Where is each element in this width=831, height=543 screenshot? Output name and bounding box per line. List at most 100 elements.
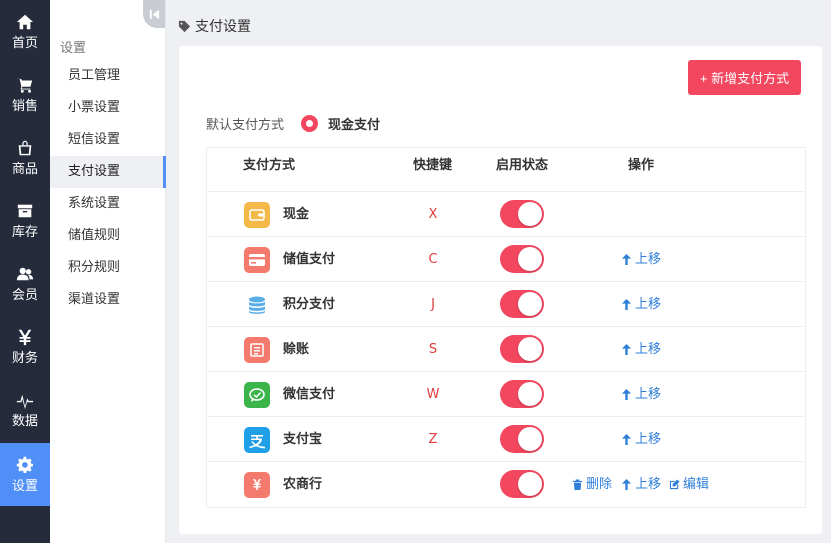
edit-link[interactable]: 编辑 [669, 462, 709, 507]
header-status: 启用状态 [496, 158, 549, 173]
submenu-item-stored-value[interactable]: 储值规则 [50, 220, 166, 252]
payment-hotkey: W [426, 387, 440, 402]
users-icon [14, 263, 36, 285]
default-payment-value: 现金支付 [328, 118, 381, 133]
submenu-item-staff[interactable]: 员工管理 [50, 60, 166, 92]
add-payment-method-button[interactable]: + 新增支付方式 [688, 60, 801, 95]
arrow-up-icon [621, 299, 632, 310]
table-row: 微信支付 W 上移 [207, 372, 805, 417]
pulse-icon [14, 389, 36, 411]
move-up-label: 上移 [635, 252, 662, 267]
arrow-up-icon [621, 254, 632, 265]
bag-icon [14, 137, 36, 159]
tag-icon [178, 20, 195, 33]
move-up-link[interactable]: 上移 [621, 237, 661, 282]
card-icon [244, 247, 270, 273]
enable-toggle[interactable] [500, 380, 544, 408]
wallet-icon [244, 202, 270, 228]
nav-label: 销售 [11, 99, 38, 114]
submenu-item-points[interactable]: 积分规则 [50, 252, 166, 284]
submenu-item-channel[interactable]: 渠道设置 [50, 284, 166, 316]
payment-hotkey: Z [428, 432, 438, 447]
credit-icon [244, 337, 270, 363]
header-action: 操作 [628, 158, 655, 173]
coins-icon [244, 292, 270, 318]
table-row: 积分支付 J 上移 [207, 282, 805, 327]
default-payment-radio[interactable] [301, 115, 319, 132]
payment-name: 农商行 [283, 477, 323, 492]
header-method: 支付方式 [243, 158, 296, 173]
submenu-title: 设置 [60, 41, 87, 56]
breadcrumb: 支付设置 [178, 16, 251, 36]
submenu-item-payment[interactable]: 支付设置 [50, 156, 166, 188]
arrow-up-icon [621, 344, 632, 355]
payment-settings-panel: + 新增支付方式 默认支付方式 现金支付 支付方式 快捷键 启用状态 操作 现金… [179, 46, 822, 534]
nav-label: 财务 [11, 351, 38, 366]
edit-label: 编辑 [683, 477, 710, 492]
delete-label: 删除 [586, 477, 613, 492]
gear-icon [14, 454, 36, 476]
payment-name: 现金 [283, 207, 310, 222]
collapse-icon [149, 9, 160, 20]
main-nav: 首页 销售 商品 库存 会员 财务 数据 设置 [0, 0, 50, 543]
table-header: 支付方式 快捷键 启用状态 操作 [207, 148, 805, 192]
enable-toggle[interactable] [500, 290, 544, 318]
nav-item-sales[interactable]: 销售 [0, 63, 50, 126]
enable-toggle[interactable] [500, 470, 544, 498]
enable-toggle[interactable] [500, 425, 544, 453]
move-up-label: 上移 [635, 297, 662, 312]
yen-icon [14, 326, 36, 348]
payment-name: 支付宝 [283, 432, 323, 447]
payment-name: 微信支付 [283, 387, 336, 402]
nav-label: 首页 [11, 36, 38, 51]
nav-item-home[interactable]: 首页 [0, 0, 50, 63]
move-up-label: 上移 [635, 342, 662, 357]
header-hotkey: 快捷键 [413, 158, 453, 173]
cart-icon [14, 74, 36, 96]
table-row: 农商行 删除 上移 编辑 [207, 462, 805, 507]
enable-toggle[interactable] [500, 245, 544, 273]
arrow-up-icon [621, 434, 632, 445]
move-up-link[interactable]: 上移 [621, 327, 661, 372]
move-up-link[interactable]: 上移 [621, 282, 661, 327]
move-up-link[interactable]: 上移 [621, 372, 661, 417]
default-payment-label: 默认支付方式 [206, 118, 285, 133]
nav-label: 商品 [11, 162, 38, 177]
alipay-icon [244, 427, 270, 453]
nav-label: 数据 [11, 414, 38, 429]
nav-item-data[interactable]: 数据 [0, 378, 50, 441]
settings-submenu: 设置 员工管理 小票设置 短信设置 支付设置 系统设置 储值规则 积分规则 渠道… [50, 0, 166, 543]
payment-name: 储值支付 [283, 252, 336, 267]
move-up-label: 上移 [635, 432, 662, 447]
move-up-label: 上移 [635, 387, 662, 402]
nav-label: 库存 [11, 225, 38, 240]
move-up-link[interactable]: 上移 [621, 462, 661, 507]
collapse-sidebar-button[interactable] [143, 0, 165, 28]
home-icon [14, 11, 36, 33]
payment-hotkey: J [431, 297, 435, 312]
table-row: 现金 X [207, 192, 805, 237]
payment-hotkey: S [428, 342, 438, 357]
payment-name: 积分支付 [283, 297, 336, 312]
nav-item-finance[interactable]: 财务 [0, 315, 50, 378]
wechat-icon [244, 382, 270, 408]
submenu-item-receipt[interactable]: 小票设置 [50, 92, 166, 124]
nav-item-inventory[interactable]: 库存 [0, 189, 50, 252]
nav-item-members[interactable]: 会员 [0, 252, 50, 315]
payment-hotkey: C [428, 252, 438, 267]
submenu-item-system[interactable]: 系统设置 [50, 188, 166, 220]
default-payment-row: 默认支付方式 现金支付 [206, 114, 380, 133]
table-row: 储值支付 C 上移 [207, 237, 805, 282]
table-row: 支付宝 Z 上移 [207, 417, 805, 462]
nav-label: 会员 [11, 288, 38, 303]
nav-item-goods[interactable]: 商品 [0, 126, 50, 189]
delete-link[interactable]: 删除 [572, 462, 612, 507]
arrow-up-icon [621, 389, 632, 400]
nav-item-settings[interactable]: 设置 [0, 443, 50, 506]
trash-icon [572, 479, 583, 490]
move-up-link[interactable]: 上移 [621, 417, 661, 462]
enable-toggle[interactable] [500, 200, 544, 228]
enable-toggle[interactable] [500, 335, 544, 363]
submenu-item-sms[interactable]: 短信设置 [50, 124, 166, 156]
page-title: 支付设置 [195, 19, 251, 35]
